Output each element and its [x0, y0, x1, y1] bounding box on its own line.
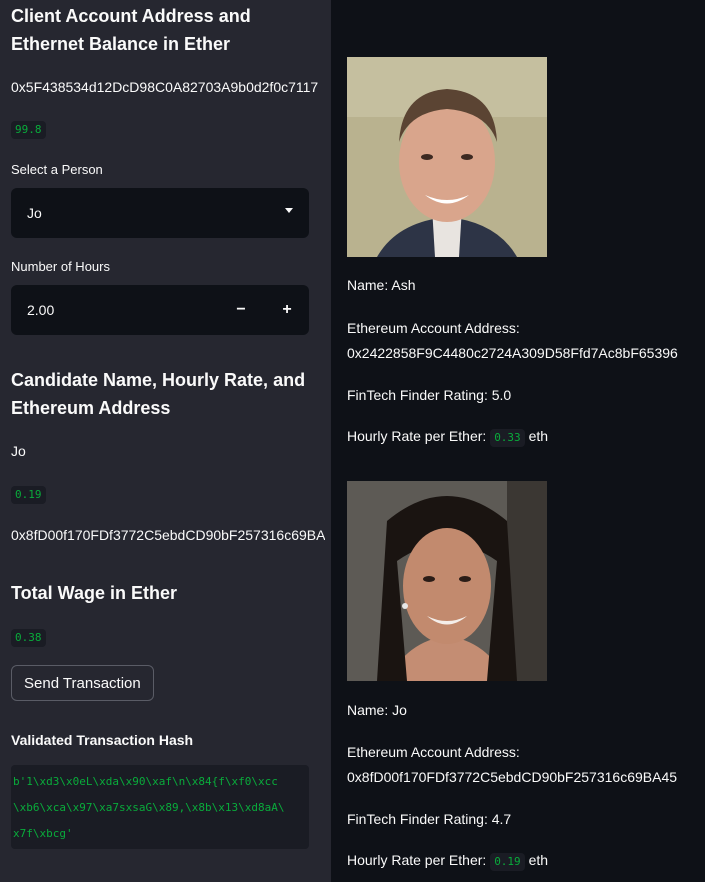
rate-unit: eth: [528, 852, 549, 868]
candidate-title-line-1: Candidate Name, Hourly Rate, and: [11, 370, 306, 390]
candidate-rating-jo: FinTech Finder Rating: 4.7: [347, 811, 512, 827]
rate-label: Hourly Rate per Ether:: [347, 852, 487, 868]
hash-line-2: \xb6\xca\x97\xa7sxsaG\x89,\x8b\x13\xd8aA…: [13, 801, 285, 814]
candidate-name-jo: Name: Jo: [347, 702, 407, 718]
rate-value: 0.33: [490, 429, 525, 447]
hash-line-3: x7f\xbcg': [13, 827, 73, 840]
chevron-down-icon: [285, 208, 293, 213]
total-wage-value: 0.38: [11, 629, 46, 647]
candidate-rate: 0.19: [11, 486, 46, 504]
transaction-hash-value: b'1\xd3\x0eL\xda\x90\xaf\n\x84{f\xf0\xcc…: [11, 765, 309, 849]
decrement-button[interactable]: −: [219, 285, 263, 335]
transaction-hash-title: Validated Transaction Hash: [11, 732, 194, 748]
candidate-address-jo: 0x8fD00f170FDf3772C5ebdCD90bF257316c69BA…: [347, 769, 678, 785]
hours-number-input[interactable]: 2.00 − +: [11, 285, 309, 335]
hours-value[interactable]: 2.00: [27, 302, 54, 318]
client-title-line-1: Client Account Address and: [11, 6, 251, 26]
candidate-name-ash: Name: Ash: [347, 277, 416, 293]
candidate-name: Jo: [11, 443, 26, 459]
candidate-title-line-2: Ethereum Address: [11, 398, 171, 418]
candidate-title: Candidate Name, Hourly Rate, and Ethereu…: [11, 366, 331, 422]
balance-value: 99.8: [11, 121, 46, 139]
client-title-line-2: Ethernet Balance in Ether: [11, 34, 231, 54]
send-transaction-button[interactable]: Send Transaction: [11, 665, 154, 701]
candidate-address-label-ash: Ethereum Account Address:: [347, 320, 520, 336]
rate-value: 0.19: [490, 853, 525, 871]
candidate-photo-jo: [347, 481, 547, 681]
candidate-address-label-jo: Ethereum Account Address:: [347, 744, 520, 760]
select-person-value: Jo: [27, 205, 42, 221]
candidate-address-ash: 0x2422858F9C4480c2724A309D58Ffd7Ac8bF653…: [347, 345, 678, 361]
main-content: Name: Ash Ethereum Account Address: 0x24…: [331, 0, 705, 882]
select-person-label: Select a Person: [11, 162, 103, 177]
candidate-rate-row-jo: Hourly Rate per Ether: 0.19 eth: [347, 852, 548, 871]
increment-button[interactable]: +: [265, 285, 309, 335]
hash-line-1: b'1\xd3\x0eL\xda\x90\xaf\n\x84{f\xf0\xcc: [13, 775, 278, 788]
candidate-address: 0x8fD00f170FDf3772C5ebdCD90bF257316c69BA…: [11, 527, 325, 543]
client-account-title: Client Account Address and Ethernet Bala…: [11, 2, 321, 58]
rate-label: Hourly Rate per Ether:: [347, 428, 487, 444]
sidebar: Client Account Address and Ethernet Bala…: [0, 0, 331, 882]
candidate-rating-ash: FinTech Finder Rating: 5.0: [347, 387, 512, 403]
select-person-dropdown[interactable]: Jo: [11, 188, 309, 238]
hours-label: Number of Hours: [11, 259, 110, 274]
candidate-rate-row-ash: Hourly Rate per Ether: 0.33 eth: [347, 428, 548, 447]
total-wage-title: Total Wage in Ether: [11, 583, 178, 603]
client-address: 0x5F438534d12DcD98C0A82703A9b0d2f0c7117: [11, 79, 319, 95]
candidate-photo-ash: [347, 57, 547, 257]
rate-unit: eth: [528, 428, 549, 444]
